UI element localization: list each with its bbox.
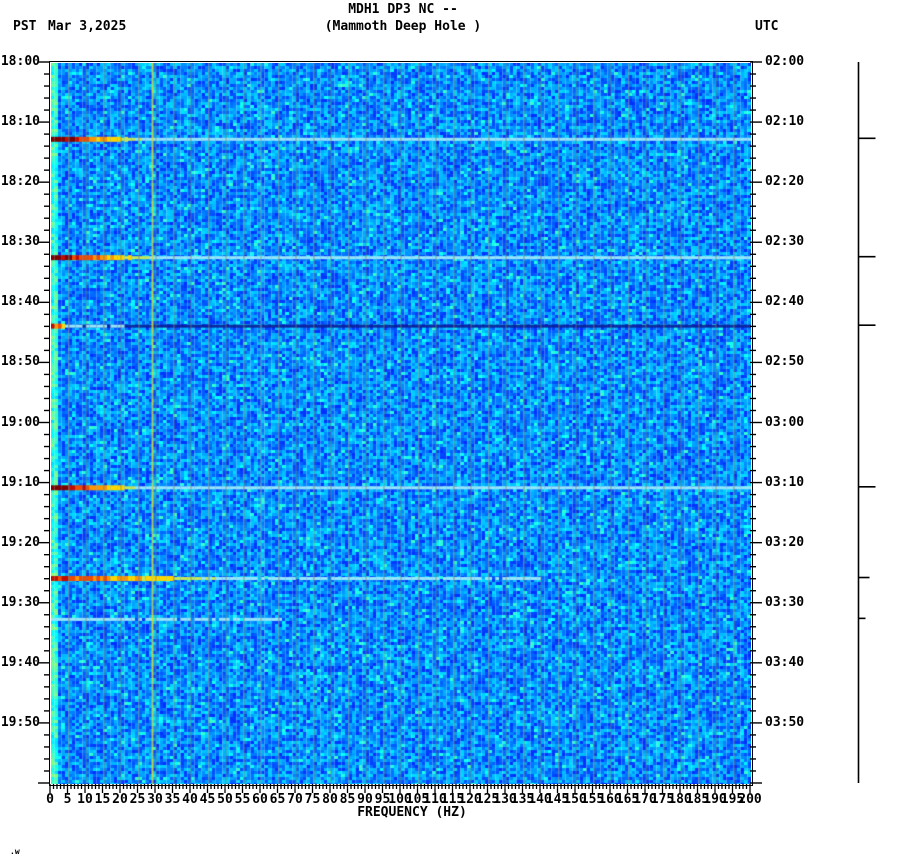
time-label-left: 18:40 (0, 294, 40, 310)
time-label-left: 18:20 (0, 174, 40, 190)
date-label: Mar 3,2025 (48, 19, 127, 34)
time-label-right: 03:50 (765, 714, 805, 730)
time-label-left: 18:00 (0, 54, 40, 69)
time-label-right: 02:00 (765, 54, 805, 69)
freq-tick-label: 200 (738, 792, 762, 807)
time-label-right: 03:00 (765, 414, 805, 430)
spectrogram-plot-frame (49, 61, 753, 786)
timezone-left-label: PST (13, 19, 37, 34)
time-label-right: 02:20 (765, 174, 805, 190)
time-label-right: 02:50 (765, 354, 805, 370)
spectrogram-page: MDH1 DP3 NC -- (Mammoth Deep Hole ) PST … (0, 0, 902, 864)
timezone-right-label: UTC (755, 19, 779, 34)
time-label-right: 02:30 (765, 234, 805, 250)
time-label-right: 03:20 (765, 534, 805, 550)
time-label-left: 19:20 (0, 534, 40, 550)
time-label-left: 18:30 (0, 234, 40, 250)
time-label-left: 19:10 (0, 474, 40, 490)
time-label-left: 19:40 (0, 654, 40, 670)
time-label-right: 03:40 (765, 654, 805, 670)
x-axis-title: FREQUENCY (HZ) (357, 805, 467, 820)
time-label-left: 19:50 (0, 714, 40, 730)
time-label-left: 18:50 (0, 354, 40, 370)
spectrogram-image (51, 63, 751, 784)
page-title: MDH1 DP3 NC -- (348, 2, 458, 17)
time-label-right: 02:10 (765, 114, 805, 130)
time-label-left: 19:30 (0, 594, 40, 610)
time-label-left: 19:00 (0, 414, 40, 430)
watermark-text: .w (10, 847, 20, 856)
time-label-left: 18:10 (0, 114, 40, 130)
time-label-right: 03:30 (765, 594, 805, 610)
time-label-right: 02:40 (765, 294, 805, 310)
time-label-right: 03:10 (765, 474, 805, 490)
